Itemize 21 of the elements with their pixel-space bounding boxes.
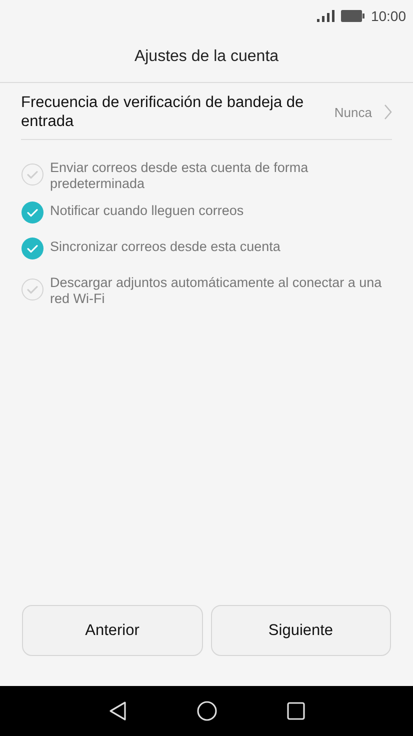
previous-button[interactable]: Anterior (22, 605, 202, 656)
checkbox[interactable] (21, 237, 44, 260)
status-time: 10:00 (370, 8, 406, 24)
option-label: Notificar cuando lleguen correos (50, 203, 244, 219)
checkbox[interactable] (21, 163, 44, 186)
signal-icon (316, 10, 335, 22)
option-label: Descargar adjuntos automáticamente al conectar a una red Wi-Fi (50, 275, 383, 307)
checkbox[interactable] (21, 278, 44, 301)
setting-label: Frecuencia de verificación de bandeja de entrada (21, 93, 305, 131)
option-label: Enviar correos desde esta cuenta de forma predeterminada (50, 160, 310, 192)
screen-title: Ajustes de la cuenta (134, 48, 279, 66)
next-button[interactable]: Siguiente (210, 605, 391, 656)
setting-value: Nunca (334, 104, 372, 120)
option-label: Sincronizar correos desde esta cuenta (50, 239, 280, 255)
battery-icon (340, 10, 365, 22)
setting-row[interactable]: Frecuencia de verificación de bandeja de entrada Nunca (21, 83, 392, 140)
recents-icon[interactable] (286, 702, 304, 720)
home-icon[interactable] (196, 701, 216, 721)
checkbox[interactable] (21, 201, 44, 224)
chevron-right-icon (384, 104, 392, 120)
back-icon[interactable] (108, 701, 126, 721)
